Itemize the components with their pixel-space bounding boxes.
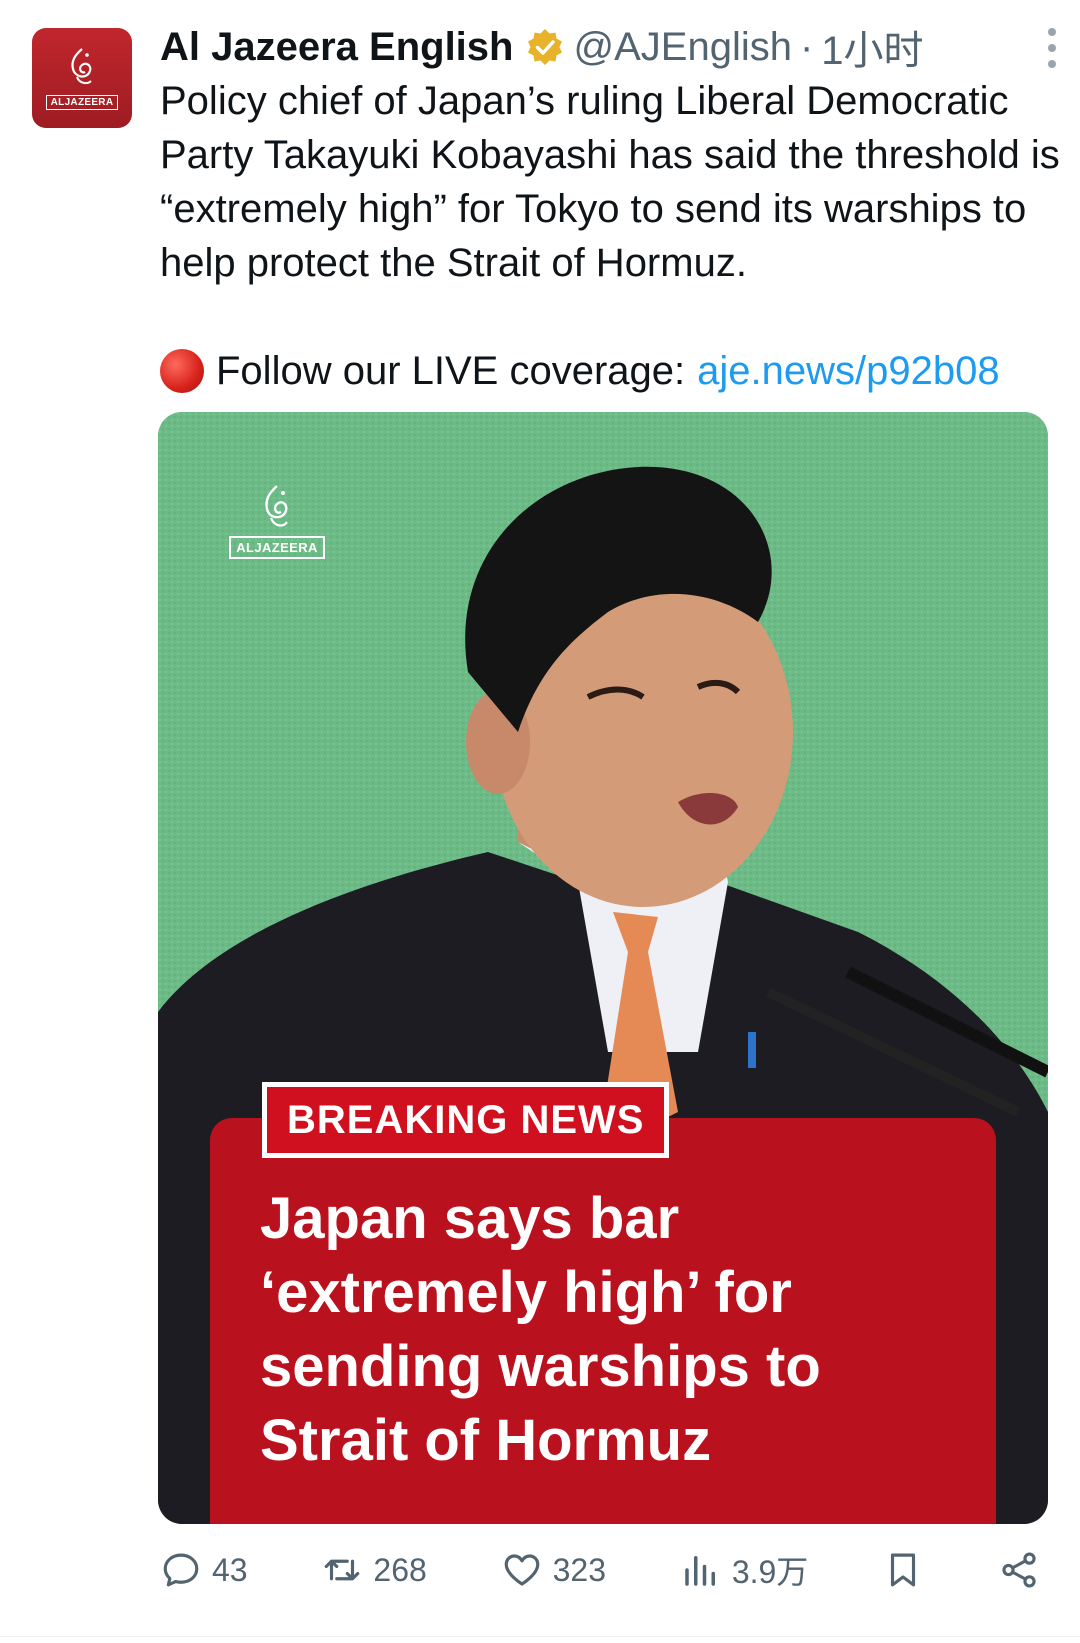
reply-button[interactable]: 43 [160,1549,248,1591]
avatar-wordmark: ALJAZEERA [45,94,119,110]
tweet[interactable]: ALJAZEERA Al Jazeera English @AJEnglish … [0,0,1080,1643]
tweet-media-image[interactable]: ALJAZEERA BREAKING NEWS Japan says bar ‘… [158,412,1048,1524]
verified-badge-icon[interactable] [525,27,565,67]
live-coverage-line: Follow our LIVE coverage: aje.news/p92b0… [160,344,1060,398]
author-handle[interactable]: @AJEnglish [573,25,791,70]
share-icon [1002,1552,1036,1588]
tweet-header: Al Jazeera English @AJEnglish · 1小时 [160,20,1060,74]
aljazeera-calligraphy-icon [71,47,92,84]
views-button[interactable]: 3.9万 [680,1547,809,1593]
like-count: 323 [552,1551,606,1588]
aljazeera-calligraphy-icon [265,485,288,527]
header-separator: · [799,24,814,69]
views-count: 3.9万 [731,1554,809,1590]
tweet-text: Policy chief of Japan’s ruling Liberal D… [160,79,1060,285]
tweet-timestamp[interactable]: 1小时 [821,18,923,76]
media-logo-wordmark: ALJAZEERA [229,536,325,559]
breaking-news-label: BREAKING NEWS [262,1082,670,1158]
red-circle-icon [160,349,204,393]
like-button[interactable]: 323 [501,1549,606,1591]
live-coverage-prefix: Follow our LIVE coverage: [216,349,686,393]
action-bar: 43 268 323 3.9万 [160,1530,1040,1610]
views-chart-icon [685,1556,715,1586]
repost-button[interactable]: 268 [321,1549,427,1591]
heart-icon [504,1554,539,1586]
bookmark-icon [891,1553,916,1587]
author-avatar[interactable]: ALJAZEERA [32,28,132,128]
repost-count: 268 [373,1551,427,1588]
divider [0,1636,1080,1637]
author-name[interactable]: Al Jazeera English [160,25,513,70]
bookmark-button[interactable] [882,1549,924,1591]
repost-icon [325,1559,360,1581]
share-button[interactable] [998,1549,1040,1591]
live-coverage-link[interactable]: aje.news/p92b08 [697,344,999,398]
reply-icon [163,1553,199,1587]
media-headline: Japan says bar ‘extremely high’ for send… [260,1186,821,1473]
reply-count: 43 [212,1551,248,1588]
more-options-icon[interactable] [1044,28,1060,68]
media-logo: ALJAZEERA [229,484,325,559]
